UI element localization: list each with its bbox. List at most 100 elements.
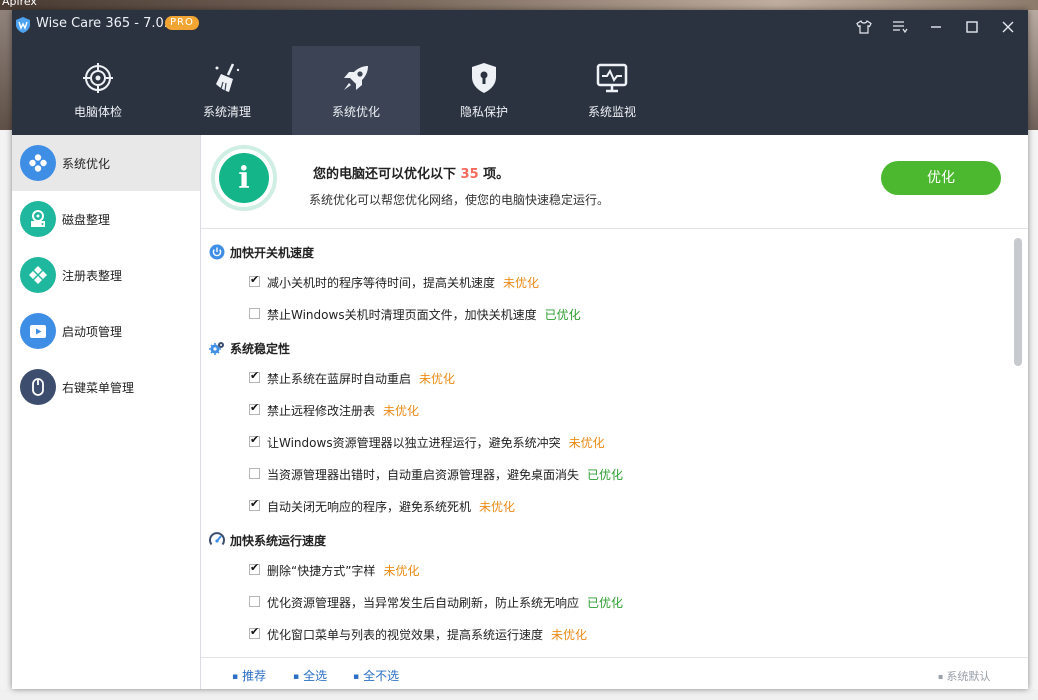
main-panel: i 您的电脑还可以优化以下 35 项。 系统优化可以帮您优化网络，使您的电脑快速…	[201, 135, 1028, 689]
item-label: 禁止Windows关机时清理页面文件，加快关机速度	[267, 308, 537, 322]
item-checkbox[interactable]	[249, 625, 260, 639]
rocket-icon	[344, 66, 368, 90]
item-text: 减小关机时的程序等待时间，提高关机速度 未优化	[267, 274, 539, 291]
select-none-link[interactable]: 全不选	[353, 667, 399, 684]
item-text: 禁止系统在蓝屏时自动重启 未优化	[267, 370, 455, 387]
crosshair-icon	[83, 63, 113, 93]
tab-privacy[interactable]: 隐私保护	[420, 46, 548, 135]
sidebar-item-label: 系统优化	[62, 157, 111, 171]
status-badge: 已优化	[587, 468, 624, 482]
sidebar-item-label: 启动项管理	[62, 325, 123, 339]
summary-subtitle: 系统优化可以帮您优化网络，使您的电脑快速稳定运行。	[309, 193, 610, 207]
status-badge: 未优化	[551, 628, 588, 642]
maximize-icon	[966, 21, 978, 33]
item-checkbox[interactable]	[249, 308, 260, 319]
system-default-link[interactable]: 系统默认	[938, 668, 990, 684]
section-title: 系统稳定性	[230, 342, 291, 356]
gears-icon	[209, 342, 224, 355]
desktop-photo-right	[1028, 10, 1038, 130]
status-badge: 未优化	[503, 276, 540, 290]
desktop-background-bottom	[0, 689, 1038, 700]
gear-flower-icon	[20, 145, 56, 181]
status-badge: 未优化	[419, 372, 456, 386]
item-text: 当资源管理器出错时，自动重启资源管理器，避免桌面消失 已优化	[267, 466, 623, 483]
pro-badge: PRO	[165, 16, 199, 30]
tab-system-monitor[interactable]: 系统监视	[548, 46, 676, 135]
sidebar-item-disk-defrag[interactable]: 磁盘整理	[12, 191, 200, 247]
item-checkbox[interactable]	[249, 497, 260, 511]
item-text: 让Windows资源管理器以独立进程运行，避免系统冲突 未优化	[267, 434, 605, 451]
item-text: 禁止Windows关机时清理页面文件，加快关机速度 已优化	[267, 306, 581, 323]
item-label: 减小关机时的程序等待时间，提高关机速度	[267, 276, 496, 290]
item-label: 自动关闭无响应的程序，避免系统死机	[267, 500, 472, 514]
menu-list-icon	[893, 21, 908, 34]
minimize-button[interactable]	[926, 17, 946, 37]
item-label: 优化资源管理器，当异常发生后自动刷新，防止系统无响应	[267, 596, 580, 610]
item-label: 优化窗口菜单与列表的视觉效果，提高系统运行速度	[267, 628, 544, 642]
item-checkbox[interactable]	[249, 401, 260, 415]
app-logo-icon	[16, 17, 30, 33]
startup-icon	[20, 313, 56, 349]
mouse-icon	[20, 369, 56, 405]
item-checkbox[interactable]	[249, 561, 260, 575]
tab-system-optimize[interactable]: 系统优化	[292, 46, 420, 135]
tab-label: 电脑体检	[73, 105, 122, 119]
recommend-link[interactable]: 推荐	[232, 667, 266, 684]
select-all-link[interactable]: 全选	[293, 667, 327, 684]
item-checkbox[interactable]	[249, 596, 260, 607]
sidebar-item-startup-manager[interactable]: 启动项管理	[12, 303, 200, 359]
sidebar-item-context-menu[interactable]: 右键菜单管理	[12, 359, 200, 415]
item-label: 让Windows资源管理器以独立进程运行，避免系统冲突	[267, 436, 561, 450]
tab-label: 系统监视	[587, 105, 636, 119]
tab-pc-checkup[interactable]: 电脑体检	[34, 46, 162, 135]
item-text: 优化窗口菜单与列表的视觉效果，提高系统运行速度 未优化	[267, 626, 587, 643]
tab-system-clean[interactable]: 系统清理	[163, 46, 291, 135]
scrollbar-thumb[interactable]	[1014, 238, 1022, 366]
maximize-button[interactable]	[962, 17, 982, 37]
item-checkbox[interactable]	[249, 369, 260, 383]
monitor-icon	[596, 63, 628, 93]
sidebar-item-system-optimize[interactable]: 系统优化	[12, 135, 200, 191]
sidebar-item-label: 磁盘整理	[62, 213, 111, 227]
optimize-button[interactable]: 优化	[881, 161, 1001, 195]
optimize-list[interactable]: 加快开关机速度 减小关机时的程序等待时间，提高关机速度未优化 禁止Windows…	[201, 230, 1028, 657]
status-badge: 未优化	[479, 500, 516, 514]
power-icon	[209, 244, 225, 260]
speedometer-icon	[209, 532, 225, 546]
close-button[interactable]	[998, 17, 1018, 37]
desktop-photo-left	[0, 10, 12, 130]
section-title: 加快系统运行速度	[230, 534, 327, 548]
status-badge: 已优化	[544, 308, 581, 322]
info-icon: i	[211, 145, 277, 211]
tab-label: 系统优化	[331, 105, 380, 119]
skin-button[interactable]	[854, 17, 874, 37]
desktop-background-top: Aplrex	[0, 0, 1038, 10]
list-scrollbar[interactable]	[1014, 238, 1022, 653]
title-bar[interactable]: Wise Care 365 - 7.0.7 PRO	[12, 10, 1028, 46]
item-label: 当资源管理器出错时，自动重启资源管理器，避免桌面消失	[267, 468, 580, 482]
section-title: 加快开关机速度	[230, 246, 315, 260]
headline-prefix: 您的电脑还可以优化以下	[313, 167, 457, 182]
item-text: 删除“快捷方式”字样 未优化	[267, 562, 419, 579]
sidebar-item-registry-clean[interactable]: 注册表整理	[12, 247, 200, 303]
main-nav: 电脑体检 系统清理 系统优化 隐私保护 系统监视	[12, 46, 1028, 135]
sidebar: 系统优化 磁盘整理 注册表整理 启动项管理 右键菜单管理	[12, 135, 200, 689]
app-window: Wise Care 365 - 7.0.7 PRO 电脑体检 系统清理 系统优化…	[12, 10, 1028, 689]
status-badge: 已优化	[587, 596, 624, 610]
item-label: 删除“快捷方式”字样	[267, 564, 376, 578]
list-footer: 推荐 全选 全不选 系统默认	[201, 657, 1028, 689]
menu-button[interactable]	[890, 17, 910, 37]
broom-icon	[215, 63, 240, 92]
summary-headline: 您的电脑还可以优化以下 35 项。	[313, 163, 509, 182]
item-checkbox[interactable]	[249, 273, 260, 287]
item-checkbox[interactable]	[249, 468, 260, 479]
item-text: 自动关闭无响应的程序，避免系统死机 未优化	[267, 498, 515, 515]
item-checkbox[interactable]	[249, 433, 260, 447]
tab-label: 系统清理	[202, 105, 251, 119]
optimize-summary: i 您的电脑还可以优化以下 35 项。 系统优化可以帮您优化网络，使您的电脑快速…	[201, 135, 1028, 229]
status-badge: 未优化	[568, 436, 605, 450]
headline-suffix: 项。	[483, 167, 510, 182]
minimize-icon	[931, 26, 941, 28]
registry-icon	[20, 257, 56, 293]
optimize-count: 35	[460, 167, 479, 182]
